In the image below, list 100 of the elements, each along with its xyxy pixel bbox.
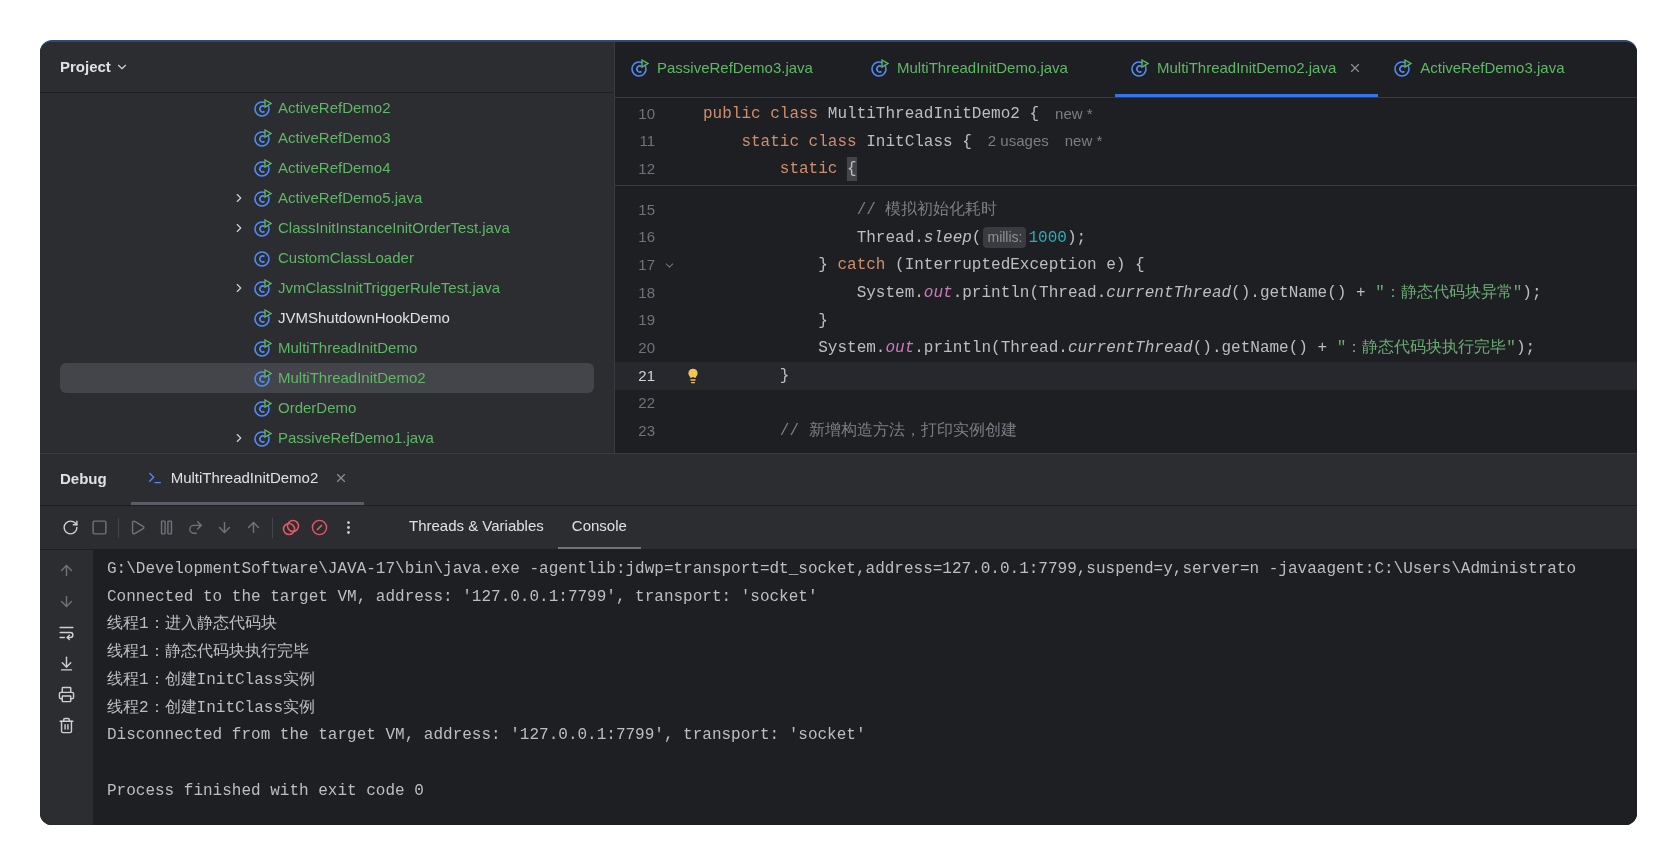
class-icon bbox=[871, 59, 889, 77]
code-text: InitClass { bbox=[866, 131, 972, 153]
panel-title: Debug bbox=[60, 469, 107, 490]
line-number: 17 bbox=[637, 255, 655, 276]
code-text: "：静态代码块异常" bbox=[1375, 282, 1523, 304]
line-number: 19 bbox=[637, 310, 655, 331]
session-tab[interactable]: MultiThreadInitDemo2 bbox=[130, 454, 365, 505]
class-icon bbox=[254, 399, 272, 417]
code-text: } bbox=[817, 255, 829, 277]
code-text: // 模拟初始化耗时 bbox=[855, 199, 998, 221]
editor-tab[interactable]: PassiveRefDemo3.java bbox=[615, 42, 855, 97]
tree-item[interactable]: OrderDemo bbox=[60, 393, 594, 423]
line-number: 16 bbox=[637, 227, 655, 248]
code-text: } bbox=[817, 310, 828, 332]
editor-tab[interactable]: ActiveRefDemo3.java bbox=[1378, 42, 1581, 97]
line-number: 10 bbox=[637, 103, 655, 124]
line-number: 20 bbox=[637, 338, 655, 359]
down-icon[interactable] bbox=[58, 593, 75, 610]
up-icon[interactable] bbox=[58, 562, 75, 579]
tree-item[interactable]: MultiThreadInitDemo bbox=[60, 333, 594, 363]
mute-breakpoints-icon[interactable] bbox=[311, 519, 328, 536]
line-number: 23 bbox=[637, 421, 655, 442]
line-number: 18 bbox=[637, 282, 655, 303]
tree-item[interactable]: ActiveRefDemo3 bbox=[60, 123, 594, 153]
soft-wrap-icon[interactable] bbox=[58, 624, 75, 641]
trash-icon[interactable] bbox=[58, 717, 75, 734]
console-line: G:\DevelopmentSoftware\JAVA-17\bin\java.exe -agentlib:jdwp=transport=dt_socket,address=127.0.0.1:7799,suspend=y,server=n -javaagent:C:\Users\Administrato bbox=[107, 559, 1578, 580]
code-text: ); bbox=[1066, 227, 1087, 249]
code-text: out bbox=[885, 338, 915, 360]
code-text: 1000 bbox=[1028, 227, 1067, 249]
class-icon bbox=[254, 219, 272, 237]
class-icon bbox=[254, 429, 272, 447]
code-text: out bbox=[923, 282, 953, 304]
code-text: public class bbox=[703, 103, 820, 125]
line-number: 15 bbox=[637, 199, 655, 220]
parameter-hint: millis: bbox=[983, 227, 1027, 249]
tree-item[interactable]: JvmClassInitTriggerRuleTest.java bbox=[60, 273, 594, 303]
code-text: ().getName() + bbox=[1192, 338, 1329, 360]
code-text: MultiThreadInitDemo2 { bbox=[827, 103, 1040, 125]
terminal-icon bbox=[146, 470, 163, 486]
rerun-icon[interactable] bbox=[62, 519, 79, 536]
code-text: ); bbox=[1515, 338, 1536, 360]
code-text: .println(Thread. bbox=[914, 338, 1068, 360]
line-number: 12 bbox=[637, 158, 655, 179]
tree-item[interactable]: JVMShutdownHookDemo bbox=[60, 303, 594, 333]
class-icon bbox=[1131, 59, 1149, 77]
code-text: // 新增构造方法，打印实例创建 bbox=[778, 420, 1017, 443]
console-line: 线程1：静态代码块执行完毕 bbox=[107, 641, 310, 664]
line-number: 22 bbox=[637, 393, 655, 414]
debug-tab[interactable]: Threads & Variables bbox=[395, 506, 558, 549]
tree-item[interactable]: ClassInitInstanceInitOrderTest.java bbox=[60, 213, 594, 243]
code-text: ( bbox=[971, 227, 982, 249]
class-icon bbox=[254, 159, 272, 177]
console-line: 线程1：进入静态代码块 bbox=[107, 613, 278, 636]
tree-item[interactable]: MultiThreadInitDemo2 bbox=[60, 363, 594, 393]
code-text: { bbox=[847, 157, 857, 182]
editor-tab[interactable]: MultiThreadInitDemo2.java bbox=[1115, 42, 1379, 97]
class-icon bbox=[254, 339, 272, 357]
line-number: 21 bbox=[637, 365, 655, 386]
class-icon bbox=[254, 249, 272, 267]
code-text: "：静态代码块执行完毕" bbox=[1336, 337, 1516, 360]
code-text: ().getName() + bbox=[1231, 282, 1367, 304]
code-text: Thread. bbox=[855, 227, 924, 249]
lightbulb-icon[interactable] bbox=[685, 368, 701, 385]
class-icon bbox=[1394, 59, 1413, 77]
tree-item[interactable]: ActiveRefDemo5.java bbox=[60, 183, 594, 213]
panel-title[interactable]: Project bbox=[60, 55, 111, 79]
console-line: 线程2：创建InitClass实例 bbox=[107, 697, 316, 719]
code-text: currentThread bbox=[1106, 282, 1232, 304]
console-line: Disconnected from the target VM, address: '127.0.0.1:7799', transport: 'socket' bbox=[107, 725, 867, 747]
line-number: 11 bbox=[638, 131, 655, 152]
class-icon bbox=[631, 59, 649, 77]
class-icon bbox=[254, 99, 272, 117]
class-icon bbox=[254, 279, 272, 297]
code-text: System. bbox=[817, 338, 886, 360]
console-line: 线程1：创建InitClass实例 bbox=[107, 669, 316, 691]
tree-item[interactable]: PassiveRefDemo1.java bbox=[60, 423, 594, 453]
code-text: catch bbox=[837, 255, 887, 277]
class-icon bbox=[254, 189, 272, 207]
print-icon[interactable] bbox=[58, 686, 75, 703]
code-text: ); bbox=[1522, 282, 1542, 304]
inlay-hint: 2 usages bbox=[987, 131, 1049, 152]
code-text: (InterruptedException e) { bbox=[895, 255, 1145, 277]
breakpoints-icon[interactable] bbox=[281, 517, 301, 538]
console-line: Process finished with exit code 0 bbox=[107, 780, 425, 802]
code-text: currentThread bbox=[1067, 338, 1193, 360]
inlay-hint: new * bbox=[1055, 103, 1093, 124]
class-icon bbox=[254, 309, 272, 327]
code-text: } bbox=[778, 366, 790, 388]
class-icon bbox=[254, 129, 272, 147]
scroll-to-end-icon[interactable] bbox=[58, 655, 75, 672]
console-line: Connected to the target VM, address: '127.0.0.1:7799', transport: 'socket' bbox=[107, 586, 819, 608]
code-text: static bbox=[778, 159, 839, 181]
code-text: static class bbox=[740, 131, 858, 153]
code-text: System. bbox=[855, 282, 924, 304]
tree-item[interactable]: CustomClassLoader bbox=[60, 243, 594, 273]
tree-item[interactable]: ActiveRefDemo2 bbox=[60, 93, 594, 123]
editor-tab[interactable]: MultiThreadInitDemo.java bbox=[855, 42, 1115, 97]
tree-item[interactable]: ActiveRefDemo4 bbox=[60, 153, 594, 183]
class-icon bbox=[254, 369, 272, 387]
